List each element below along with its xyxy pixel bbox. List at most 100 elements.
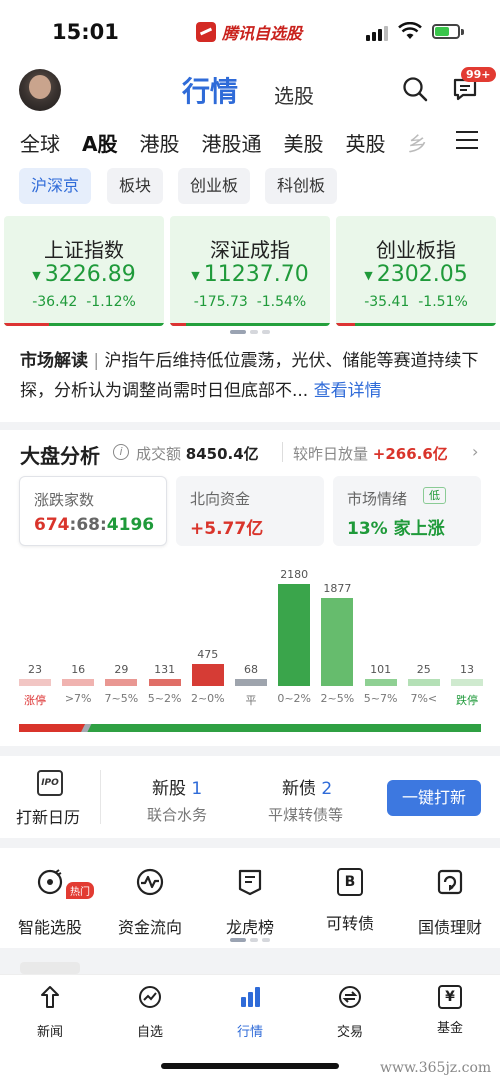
stat-advance-decline[interactable]: 涨跌家数 674:68:4196 — [19, 476, 167, 546]
tabbar-trade[interactable]: 交易 — [300, 985, 400, 1040]
subtab-star[interactable]: 科创板 — [265, 168, 338, 204]
distribution-bar — [364, 679, 397, 686]
home-indicator — [161, 1063, 339, 1069]
market-interpretation[interactable]: 市场解读 | 沪指午后维持低位震荡，光伏、储能等赛道持续下探，分析认为调整尚需时… — [0, 340, 500, 422]
tabbar-market[interactable]: 行情 — [200, 985, 300, 1040]
index-price: 2302.05 — [376, 262, 468, 287]
index-card[interactable]: 上证指数 ▼ 3226.89 -36.42 -1.12% — [4, 216, 164, 326]
wifi-icon — [398, 22, 422, 39]
market-tab-a-share[interactable]: A股 — [82, 128, 117, 165]
ipo-calendar-icon[interactable]: IPO — [37, 770, 63, 796]
tool-convertible-bond[interactable]: B 可转债 — [300, 868, 400, 934]
distribution-chart: 23 涨停 16 >7% 29 7~5% 131 5~2% 475 2~0% 68 平 2180 0~2%… — [0, 550, 500, 740]
status-time: 15:01 — [52, 20, 119, 44]
index-price: 11237.70 — [203, 262, 309, 287]
subtab-sector[interactable]: 板块 — [107, 168, 164, 204]
new-stock-name: 联合水务 — [147, 806, 208, 824]
distribution-bar — [62, 679, 95, 686]
smart-pick-icon — [37, 869, 63, 895]
watchlist-icon — [139, 986, 161, 1008]
hidden-section-peek — [20, 962, 80, 974]
index-name: 上证指数 — [44, 238, 124, 262]
advancers-count: 674 — [34, 515, 70, 535]
index-percent: -1.54% — [256, 294, 307, 310]
index-cards: 上证指数 ▼ 3226.89 -36.42 -1.12% 深证成指 ▼ 11237.… — [0, 210, 500, 340]
chevron-right-icon[interactable]: › — [472, 442, 478, 461]
view-details-link[interactable]: 查看详情 — [314, 381, 382, 401]
battery-icon — [432, 24, 460, 39]
subtab-chinext[interactable]: 创业板 — [178, 168, 251, 204]
market-tab-global[interactable]: 全球 — [20, 128, 60, 157]
index-card[interactable]: 创业板指 ▼ 2302.05 -35.41 -1.51% — [336, 216, 496, 326]
stat-sentiment[interactable]: 市场情绪 低 13% 家上涨 — [333, 476, 481, 546]
bar-value-label: 131 — [154, 663, 176, 676]
menu-icon[interactable] — [456, 131, 478, 151]
bar-value-label: 68 — [244, 663, 258, 676]
bar-value-label: 1877 — [323, 582, 352, 596]
fund-flow-icon — [136, 868, 164, 896]
index-card[interactable]: 深证成指 ▼ 11237.70 -175.73 -1.54% — [170, 216, 330, 326]
new-stock-title[interactable]: 新股 1 — [152, 774, 202, 799]
bar-value-label: 13 — [460, 663, 474, 676]
distribution-bar — [19, 679, 51, 686]
new-bond-title[interactable]: 新债 2 — [282, 774, 332, 799]
tab-market[interactable]: 行情 — [182, 70, 238, 110]
flat-count: 68 — [76, 515, 100, 535]
one-click-ipo-button[interactable]: 一键打新 — [387, 780, 481, 816]
bar-value-label: 2180 — [280, 568, 309, 581]
market-tab-hk-connect[interactable]: 港股通 — [201, 128, 261, 157]
sub-tabs: 沪深京 板块 创业板 科创板 — [0, 162, 500, 210]
index-percent: -1.51% — [418, 294, 468, 310]
tool-treasury[interactable]: 国债理财 — [400, 868, 500, 938]
market-icon — [241, 987, 260, 1007]
cards-pager — [230, 330, 270, 334]
stat-northbound[interactable]: 北向资金 +5.77亿 — [176, 476, 324, 546]
dragon-tiger-icon — [238, 869, 262, 896]
advance-decline-ratio-bar — [19, 724, 481, 732]
tabbar-news[interactable]: 新闻 — [0, 985, 100, 1040]
distribution-bar — [235, 679, 267, 686]
tabbar-fund[interactable]: ¥ 基金 — [400, 985, 500, 1036]
index-percent: -1.12% — [86, 294, 136, 310]
tool-smart-pick[interactable]: 智能选股 热门 — [0, 868, 100, 938]
northbound-value: +5.77亿 — [190, 519, 264, 539]
volume-value: 8450.4亿 — [185, 445, 259, 463]
distribution-bar — [105, 679, 138, 686]
ipo-section: IPO 打新日历 新股 1 联合水务 新债 2 平煤转债等 一键打新 — [0, 756, 500, 838]
tab-stock-picker[interactable]: 选股 — [274, 80, 314, 109]
index-name: 深证成指 — [210, 238, 290, 262]
distribution-bar — [321, 598, 354, 686]
distribution-bar — [148, 679, 181, 686]
tool-dragon-tiger[interactable]: 龙虎榜 — [200, 868, 300, 938]
market-analysis: 大盘分析 i 成交额 8450.4亿 较昨日放量 +266.6亿 › 涨跌家数 … — [0, 430, 500, 746]
index-change: -36.42 — [32, 294, 78, 310]
market-tabs: 全球 A股 港股 港股通 美股 英股 乡 — [20, 128, 449, 165]
app-brand: 腾讯自选股 — [196, 20, 302, 44]
watermark: www.365jz.com — [380, 1060, 492, 1076]
market-tab-hk[interactable]: 港股 — [139, 128, 179, 157]
down-triangle-icon: ▼ — [32, 268, 41, 282]
ipo-calendar-label[interactable]: 打新日历 — [16, 804, 80, 828]
search-icon[interactable] — [402, 76, 428, 102]
tabbar-watchlist[interactable]: 自选 — [100, 985, 200, 1040]
info-icon[interactable]: i — [113, 444, 129, 460]
news-icon — [41, 986, 59, 1008]
market-tab-us[interactable]: 美股 — [283, 128, 323, 157]
interpretation-label: 市场解读 — [20, 351, 88, 371]
market-tab-uk[interactable]: 英股 — [345, 128, 385, 157]
ratio-down-segment — [87, 724, 481, 732]
avatar[interactable] — [19, 69, 61, 111]
down-triangle-icon: ▼ — [364, 268, 373, 282]
new-bond-name: 平煤转债等 — [268, 806, 344, 824]
volume-label: 成交额 — [136, 445, 182, 463]
index-breadth-bar — [170, 323, 330, 326]
subtab-hs-bj[interactable]: 沪深京 — [19, 168, 92, 204]
down-triangle-icon: ▼ — [191, 268, 200, 282]
index-change: -35.41 — [364, 294, 410, 310]
tool-fund-flow[interactable]: 资金流向 — [100, 868, 200, 938]
index-breadth-bar — [4, 323, 164, 326]
distribution-bar — [278, 584, 311, 686]
hot-badge: 热门 — [66, 882, 94, 899]
status-bar: 15:01 腾讯自选股 — [0, 0, 500, 62]
index-name: 创业板指 — [376, 238, 456, 262]
